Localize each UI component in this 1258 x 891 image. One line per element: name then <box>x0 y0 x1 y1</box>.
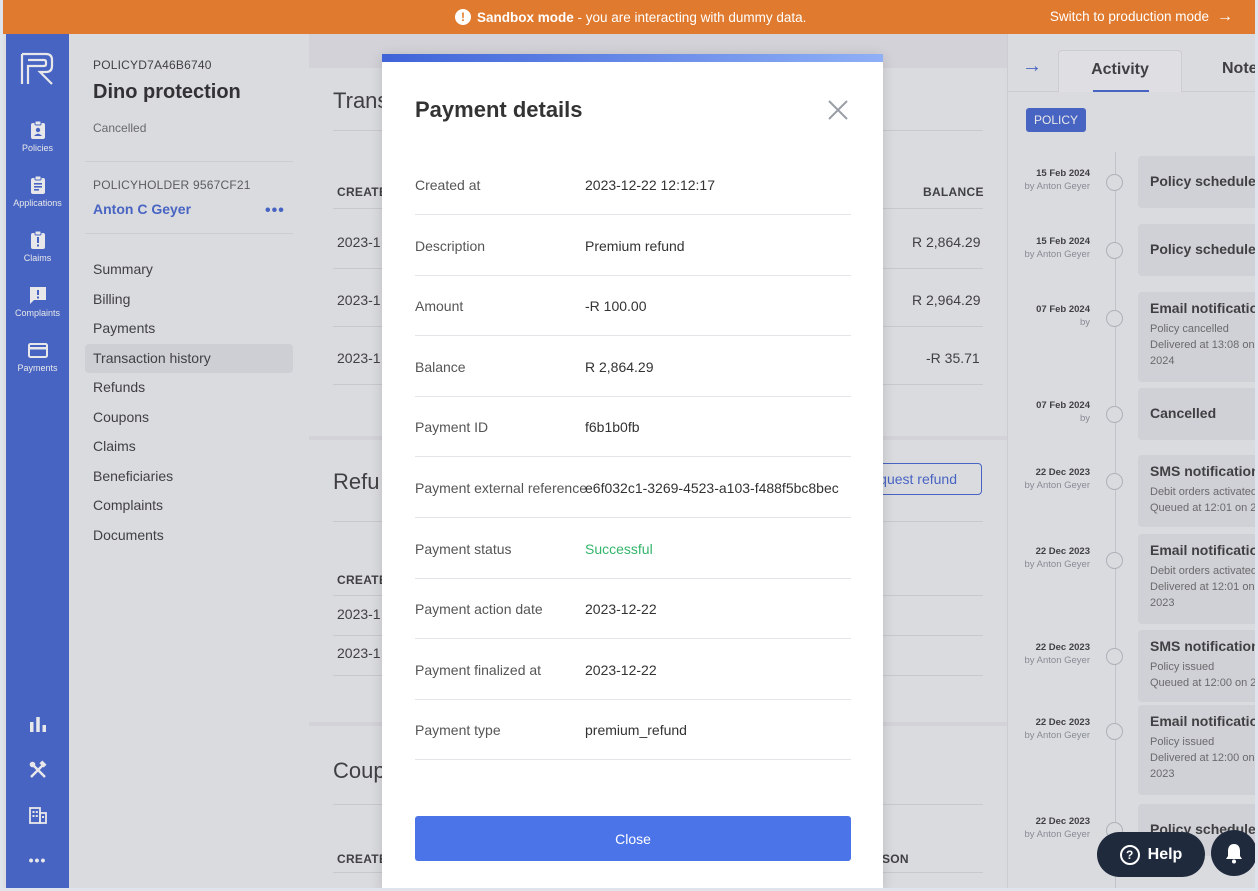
close-button[interactable]: Close <box>415 816 851 861</box>
detail-label: Amount <box>415 298 464 314</box>
question-icon: ? <box>1119 844 1140 865</box>
detail-value: f6b1b0fb <box>585 419 640 435</box>
detail-value: Premium refund <box>585 238 685 254</box>
payment-detail-row: Amount -R 100.00 <box>415 275 851 336</box>
payment-detail-row: Balance R 2,864.29 <box>415 336 851 397</box>
detail-label: Payment action date <box>415 601 543 617</box>
detail-label: Payment type <box>415 722 501 738</box>
arrow-right-icon: → <box>1217 7 1233 25</box>
detail-label: Payment finalized at <box>415 662 542 678</box>
payment-detail-row: Payment status Successful <box>415 518 851 579</box>
payment-detail-row: Description Premium refund <box>415 215 851 276</box>
info-icon: ! <box>455 9 471 25</box>
detail-label: Payment ID <box>415 419 489 435</box>
payment-detail-row: Payment finalized at 2023-12-22 <box>415 639 851 700</box>
detail-value: -R 100.00 <box>585 298 647 314</box>
payment-detail-row: Created at 2023-12-22 12:12:17 <box>415 154 851 215</box>
payment-detail-row: Payment action date 2023-12-22 <box>415 578 851 639</box>
help-button[interactable]: ? Help <box>1097 832 1205 877</box>
detail-label: Payment external reference <box>415 480 587 496</box>
notifications-button[interactable] <box>1211 830 1255 876</box>
detail-label: Description <box>415 238 486 254</box>
modal-accent-bar <box>382 54 883 62</box>
detail-label: Payment status <box>415 541 512 557</box>
app-frame: ! Sandbox mode - you are interacting wit… <box>0 0 1258 891</box>
payment-detail-row: Payment ID f6b1b0fb <box>415 396 851 457</box>
detail-value: 2023-12-22 <box>585 601 657 617</box>
detail-value: e6f032c1-3269-4523-a103-f488f5bc8bec <box>585 480 839 496</box>
sandbox-banner: ! Sandbox mode - you are interacting wit… <box>3 0 1255 34</box>
switch-to-production-link[interactable]: Switch to production mode → <box>1049 7 1233 25</box>
detail-value: 2023-12-22 <box>585 662 657 678</box>
modal-title: Payment details <box>415 97 583 122</box>
detail-label: Created at <box>415 177 481 193</box>
bell-icon <box>1226 844 1242 864</box>
detail-label: Balance <box>415 359 466 375</box>
sandbox-message: ! Sandbox mode - you are interacting wit… <box>455 9 806 25</box>
payment-detail-row: Payment type premium_refund <box>415 699 851 760</box>
payment-detail-row: Payment external reference e6f032c1-3269-… <box>415 457 851 518</box>
detail-value: 2023-12-22 12:12:17 <box>585 177 715 193</box>
close-icon[interactable] <box>826 98 850 122</box>
payment-details-modal: Payment details Created at 2023-12-22 12:… <box>382 54 883 888</box>
detail-value: premium_refund <box>585 722 687 738</box>
help-label: Help <box>1147 845 1183 863</box>
sandbox-mode-text: - you are interacting with dummy data. <box>573 9 807 25</box>
sandbox-mode-label: Sandbox mode <box>477 9 574 25</box>
detail-value: R 2,864.29 <box>585 359 654 375</box>
detail-value: Successful <box>585 541 653 557</box>
switch-to-production-label: Switch to production mode <box>1049 9 1209 24</box>
